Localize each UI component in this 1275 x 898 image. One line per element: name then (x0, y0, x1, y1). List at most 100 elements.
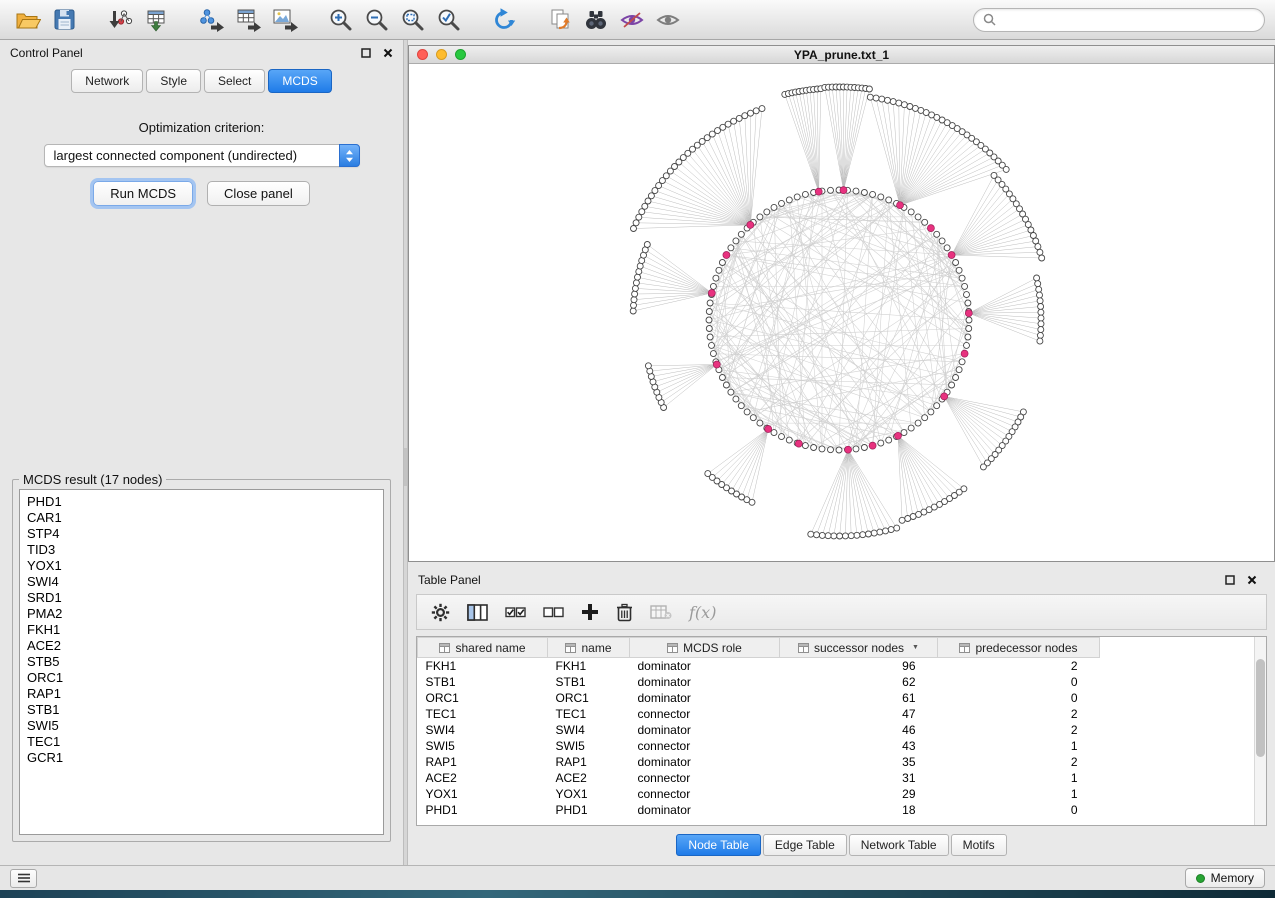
network-search-button[interactable] (578, 3, 614, 37)
table-panel-header: Table Panel (416, 567, 1267, 593)
export-network-button[interactable] (194, 3, 230, 37)
criterion-select[interactable]: largest connected component (undirected) (44, 144, 360, 167)
column-header-MCDS-role[interactable]: MCDS role (630, 638, 780, 658)
status-menu-button[interactable] (10, 869, 37, 888)
zoom-in-button[interactable] (322, 3, 358, 37)
column-header-shared-name[interactable]: shared name (418, 638, 548, 658)
cell-role: connector (630, 738, 780, 754)
tab-edge-table[interactable]: Edge Table (763, 834, 847, 856)
mcds-result-item[interactable]: STB1 (20, 702, 383, 718)
tab-network-table[interactable]: Network Table (849, 834, 949, 856)
mcds-result-item[interactable]: STP4 (20, 526, 383, 542)
mcds-result-item[interactable]: PHD1 (20, 494, 383, 510)
window-close-button[interactable] (417, 49, 428, 60)
add-column-button[interactable] (581, 603, 599, 621)
mcds-result-item[interactable]: PMA2 (20, 606, 383, 622)
chevron-down-icon[interactable]: ▼ (912, 644, 919, 651)
style-eye-icon (619, 9, 645, 31)
delete-table-button-disabled (650, 605, 672, 620)
table-row-SWI5[interactable]: SWI5SWI5connector431 (418, 738, 1255, 754)
mcds-result-list[interactable]: PHD1CAR1STP4TID3YOX1SWI4SRD1PMA2FKH1ACE2… (19, 489, 384, 835)
cell-successors: 43 (780, 738, 938, 754)
function-builder-button[interactable]: f(x) (689, 603, 716, 622)
network-graph-svg[interactable] (409, 64, 1274, 560)
cell-role: connector (630, 706, 780, 722)
close-table-panel-button[interactable] (1247, 575, 1257, 585)
export-image-button[interactable] (266, 3, 302, 37)
table-row-ORC1[interactable]: ORC1ORC1dominator610 (418, 690, 1255, 706)
tab-network[interactable]: Network (71, 69, 143, 93)
table-row-FKH1[interactable]: FKH1FKH1dominator962 (418, 658, 1255, 675)
import-table-button[interactable] (138, 3, 174, 37)
table-panel: Table Panel f(x) shared namenameMCDS rol… (408, 567, 1275, 858)
table-scrollbar[interactable] (1254, 637, 1266, 825)
splitter-handle[interactable] (404, 448, 407, 486)
mcds-result-item[interactable]: GCR1 (20, 750, 383, 766)
float-table-panel-button[interactable] (1225, 575, 1235, 585)
run-mcds-button[interactable]: Run MCDS (93, 181, 193, 206)
cell-shared_name: RAP1 (418, 754, 548, 770)
window-zoom-button[interactable] (455, 49, 466, 60)
mcds-result-item[interactable]: FKH1 (20, 622, 383, 638)
memory-button[interactable]: Memory (1185, 868, 1265, 888)
table-row-PHD1[interactable]: PHD1PHD1dominator180 (418, 802, 1255, 818)
apply-layout-button[interactable] (486, 3, 522, 37)
mcds-result-item[interactable]: TID3 (20, 542, 383, 558)
network-window-titlebar[interactable]: YPA_prune.txt_1 (409, 46, 1274, 64)
tab-motifs[interactable]: Motifs (951, 834, 1007, 856)
hide-details-button[interactable] (650, 3, 686, 37)
table-settings-button[interactable] (431, 603, 450, 622)
mcds-result-item[interactable]: SWI4 (20, 574, 383, 590)
mcds-result-item[interactable]: RAP1 (20, 686, 383, 702)
cell-shared_name: SWI5 (418, 738, 548, 754)
mcds-result-item[interactable]: SWI5 (20, 718, 383, 734)
table-row-ACE2[interactable]: ACE2ACE2connector311 (418, 770, 1255, 786)
deselect-all-rows-button[interactable] (543, 607, 564, 618)
mcds-result-item[interactable]: SRD1 (20, 590, 383, 606)
cell-name: ORC1 (548, 690, 630, 706)
table-row-STB1[interactable]: STB1STB1dominator620 (418, 674, 1255, 690)
tab-node-table[interactable]: Node Table (676, 834, 761, 856)
show-style-button[interactable] (614, 3, 650, 37)
table-row-RAP1[interactable]: RAP1RAP1dominator352 (418, 754, 1255, 770)
mcds-result-item[interactable]: ORC1 (20, 670, 383, 686)
mcds-result-item[interactable]: TEC1 (20, 734, 383, 750)
zoom-out-button[interactable] (358, 3, 394, 37)
table-row-YOX1[interactable]: YOX1YOX1connector291 (418, 786, 1255, 802)
tab-select[interactable]: Select (204, 69, 265, 93)
list-menu-icon (17, 873, 31, 883)
select-all-rows-button[interactable] (505, 607, 526, 618)
cell-successors: 29 (780, 786, 938, 802)
close-control-panel-button[interactable] (383, 48, 393, 58)
network-canvas[interactable] (409, 64, 1274, 561)
column-header-successor-nodes[interactable]: successor nodes▼ (780, 638, 938, 658)
table-row-TEC1[interactable]: TEC1TEC1connector472 (418, 706, 1255, 722)
search-input[interactable] (1002, 12, 1255, 27)
export-table-button[interactable] (230, 3, 266, 37)
table-row-SWI4[interactable]: SWI4SWI4dominator462 (418, 722, 1255, 738)
tab-style[interactable]: Style (146, 69, 201, 93)
zoom-fit-button[interactable] (394, 3, 430, 37)
cell-predecessors: 0 (938, 802, 1100, 818)
cell-name: TEC1 (548, 706, 630, 722)
mcds-result-item[interactable]: STB5 (20, 654, 383, 670)
import-network-button[interactable] (102, 3, 138, 37)
mcds-result-item[interactable]: CAR1 (20, 510, 383, 526)
open-session-button[interactable] (10, 3, 46, 37)
float-panel-button[interactable] (361, 48, 371, 58)
duplicate-network-button[interactable] (542, 3, 578, 37)
mcds-result-item[interactable]: YOX1 (20, 558, 383, 574)
export-network-icon (199, 7, 225, 32)
mcds-result-item[interactable]: ACE2 (20, 638, 383, 654)
column-header-name[interactable]: name (548, 638, 630, 658)
window-minimize-button[interactable] (436, 49, 447, 60)
close-panel-button[interactable]: Close panel (207, 181, 310, 206)
show-columns-button[interactable] (467, 604, 488, 621)
search-box[interactable] (973, 8, 1265, 32)
save-session-button[interactable] (46, 3, 82, 37)
column-header-predecessor-nodes[interactable]: predecessor nodes (938, 638, 1100, 658)
zoom-selected-button[interactable] (430, 3, 466, 37)
tab-mcds[interactable]: MCDS (268, 69, 331, 93)
scrollbar-thumb[interactable] (1256, 659, 1265, 757)
delete-column-button[interactable] (616, 603, 633, 622)
